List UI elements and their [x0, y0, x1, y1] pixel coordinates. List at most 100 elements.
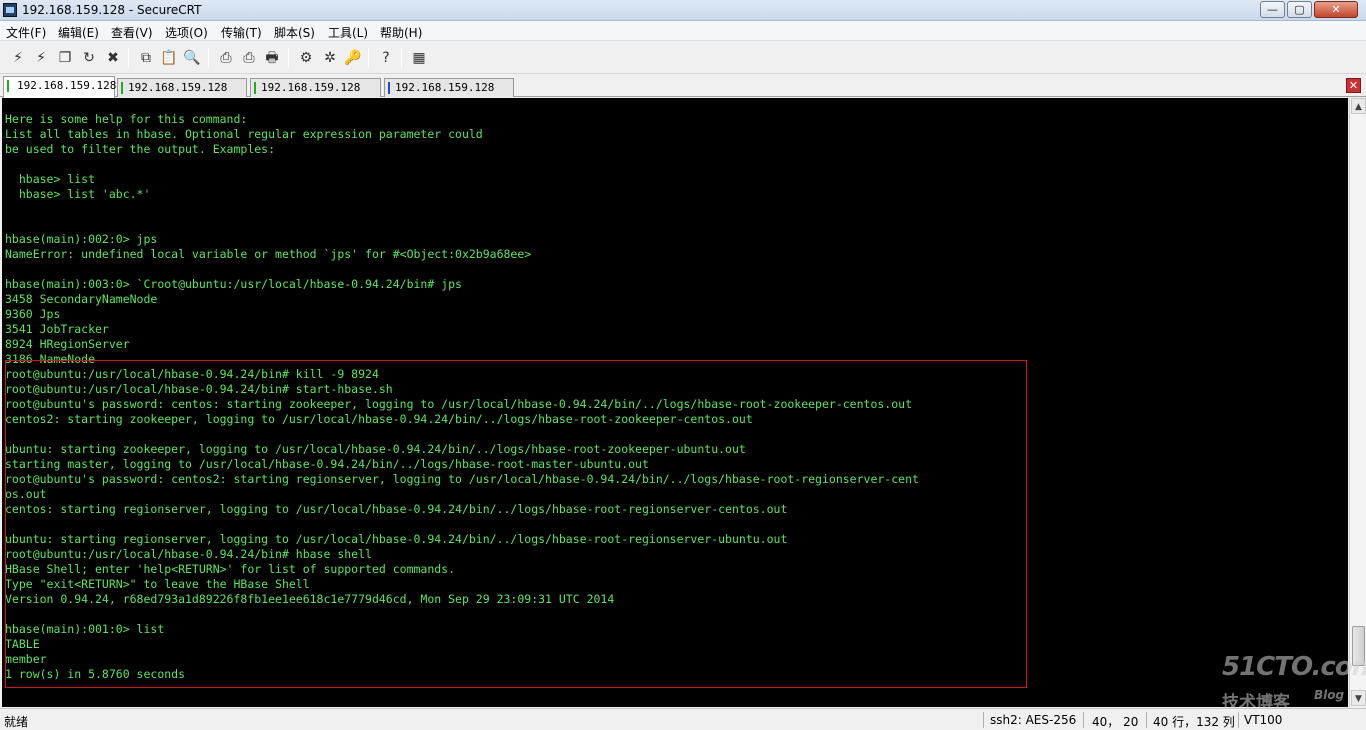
- quick-connect-icon[interactable]: ⚡: [31, 48, 51, 68]
- terminal-line: centos: starting regionserver, logging t…: [5, 502, 788, 516]
- terminal-line: ubuntu: starting zookeeper, logging to /…: [5, 442, 746, 456]
- terminal-line: List all tables in hbase. Optional regul…: [5, 127, 483, 141]
- status-bar: 就绪 ssh2: AES-256 40， 20 40 行，132 列 VT100: [0, 708, 1366, 730]
- terminal-line: member: [5, 652, 47, 666]
- toolbar-separator: [368, 48, 369, 68]
- terminal-line: Type "exit<RETURN>" to leave the HBase S…: [5, 577, 310, 591]
- session-options-icon[interactable]: ⚙: [296, 48, 316, 68]
- terminal-line: NameError: undefined local variable or m…: [5, 247, 532, 261]
- terminal-line: 9360 Jps: [5, 307, 61, 321]
- print-icon[interactable]: 🖶: [262, 48, 282, 68]
- toolbar-separator: [208, 48, 209, 68]
- terminal-line: hbase> list: [5, 172, 96, 186]
- status-terminal-size: 40 行，132 列: [1153, 715, 1235, 729]
- scroll-down-icon[interactable]: ▼: [1351, 690, 1366, 706]
- menu-options[interactable]: 选项(O): [165, 24, 208, 41]
- terminal-line: Version 0.94.24, r68ed793a1d89226f8fb1ee…: [5, 592, 615, 606]
- status-separator: [1146, 712, 1147, 728]
- global-options-icon[interactable]: ✲: [320, 48, 340, 68]
- status-terminal-type: VT100: [1244, 713, 1283, 727]
- tab-status-marker: [121, 82, 123, 94]
- terminal-line: hbase(main):001:0> list: [5, 622, 165, 636]
- tab-status-marker: [7, 80, 9, 92]
- menu-transfer[interactable]: 传输(T): [221, 24, 262, 41]
- status-separator: [1238, 712, 1239, 728]
- terminal-line: HBase Shell; enter 'help<RETURN>' for li…: [5, 562, 456, 576]
- connect-icon[interactable]: ⚡: [8, 48, 28, 68]
- status-ready: 就绪: [4, 715, 29, 729]
- terminal-line: root@ubuntu:/usr/local/hbase-0.94.24/bin…: [5, 382, 393, 396]
- tab-status-marker: [388, 82, 390, 94]
- tab-label: 192.168.159.128: [17, 79, 117, 92]
- status-cursor-position: 40， 20: [1092, 715, 1139, 729]
- terminal-line: root@ubuntu:/usr/local/hbase-0.94.24/bin…: [5, 367, 379, 381]
- menu-script[interactable]: 脚本(S): [274, 24, 315, 41]
- copy-icon[interactable]: ⧉: [136, 48, 156, 68]
- status-separator: [983, 712, 984, 728]
- terminal-line: os.out: [5, 487, 47, 501]
- help-icon[interactable]: ?: [376, 48, 396, 68]
- menu-edit[interactable]: 编辑(E): [58, 24, 99, 41]
- session-tab-bar: 192.168.159.128 192.168.159.128 (1) 192.…: [0, 75, 1366, 111]
- keymap-icon[interactable]: 🔑: [343, 48, 363, 68]
- tab-session-1[interactable]: 192.168.159.128 (1): [117, 78, 247, 111]
- close-button[interactable]: ✕: [1314, 1, 1358, 18]
- terminal-line: be used to filter the output. Examples:: [5, 142, 276, 156]
- menu-bar: 文件(F) 编辑(E) 查看(V) 选项(O) 传输(T) 脚本(S) 工具(L…: [0, 21, 1366, 41]
- terminal-line: 1 row(s) in 5.8760 seconds: [5, 667, 186, 681]
- terminal-view[interactable]: Here is some help for this command: List …: [2, 98, 1348, 707]
- reconnect-icon[interactable]: ↻: [79, 48, 99, 68]
- maximize-button[interactable]: ▢: [1287, 1, 1312, 18]
- status-separator: [1083, 712, 1084, 728]
- securecrt-app-icon[interactable]: [3, 3, 17, 17]
- terminal-line: 3541 JobTracker: [5, 322, 109, 336]
- sftp-icon[interactable]: ▦: [409, 48, 429, 68]
- menu-tools[interactable]: 工具(L): [328, 24, 368, 41]
- minimize-button[interactable]: —: [1260, 1, 1285, 18]
- terminal-line: root@ubuntu:/usr/local/hbase-0.94.24/bin…: [5, 547, 372, 561]
- terminal-line: ubuntu: starting regionserver, logging t…: [5, 532, 788, 546]
- window-title: 192.168.159.128 - SecureCRT: [22, 3, 202, 17]
- menu-file[interactable]: 文件(F): [6, 24, 46, 41]
- terminal-line: 3186 NameNode: [5, 352, 96, 366]
- tab-session-2[interactable]: 192.168.159.128 (2): [250, 78, 381, 111]
- tab-session-0[interactable]: 192.168.159.128: [3, 76, 117, 98]
- menu-view[interactable]: 查看(V): [111, 24, 153, 41]
- terminal-line: hbase(main):002:0> jps: [5, 232, 158, 246]
- terminal-line: Here is some help for this command:: [5, 112, 248, 126]
- status-protocol: ssh2: AES-256: [990, 713, 1077, 727]
- toolbar: ⚡ ⚡ ❐ ↻ ✖ ⧉ 📋 🔍 ⎙ ⎙ 🖶 ⚙ ✲ 🔑 ? ▦: [0, 42, 1366, 74]
- print-setup-icon[interactable]: ⎙: [216, 48, 236, 68]
- terminal-line: root@ubuntu's password: centos: starting…: [5, 397, 912, 411]
- terminal-line: centos2: starting zookeeper, logging to …: [5, 412, 753, 426]
- terminal-line: 8924 HRegionServer: [5, 337, 130, 351]
- tab-status-marker: [254, 82, 256, 94]
- paste-icon[interactable]: 📋: [159, 48, 179, 68]
- toolbar-separator: [288, 48, 289, 68]
- disconnect-icon[interactable]: ✖: [103, 48, 123, 68]
- terminal-line: hbase> list 'abc.*': [5, 187, 151, 201]
- tab-session-3[interactable]: 192.168.159.128 (3): [384, 78, 514, 111]
- terminal-line: TABLE: [5, 637, 40, 651]
- close-tab-icon[interactable]: ✕: [1346, 78, 1361, 93]
- terminal-line: 3458 SecondaryNameNode: [5, 292, 158, 306]
- scroll-up-icon[interactable]: ▲: [1351, 98, 1366, 114]
- scroll-thumb[interactable]: [1352, 626, 1365, 666]
- find-icon[interactable]: 🔍: [182, 48, 202, 68]
- connect-in-tab-icon[interactable]: ❐: [55, 48, 75, 68]
- vertical-scrollbar[interactable]: ▲ ▼: [1349, 98, 1366, 707]
- toolbar-separator: [401, 48, 402, 68]
- print-selection-icon[interactable]: ⎙: [239, 48, 259, 68]
- toolbar-separator: [128, 48, 129, 68]
- terminal-output: Here is some help for this command: List …: [5, 112, 1345, 682]
- terminal-line: root@ubuntu's password: centos2: startin…: [5, 472, 919, 486]
- terminal-line: hbase(main):003:0> `Croot@ubuntu:/usr/lo…: [5, 277, 462, 291]
- menu-help[interactable]: 帮助(H): [380, 24, 422, 41]
